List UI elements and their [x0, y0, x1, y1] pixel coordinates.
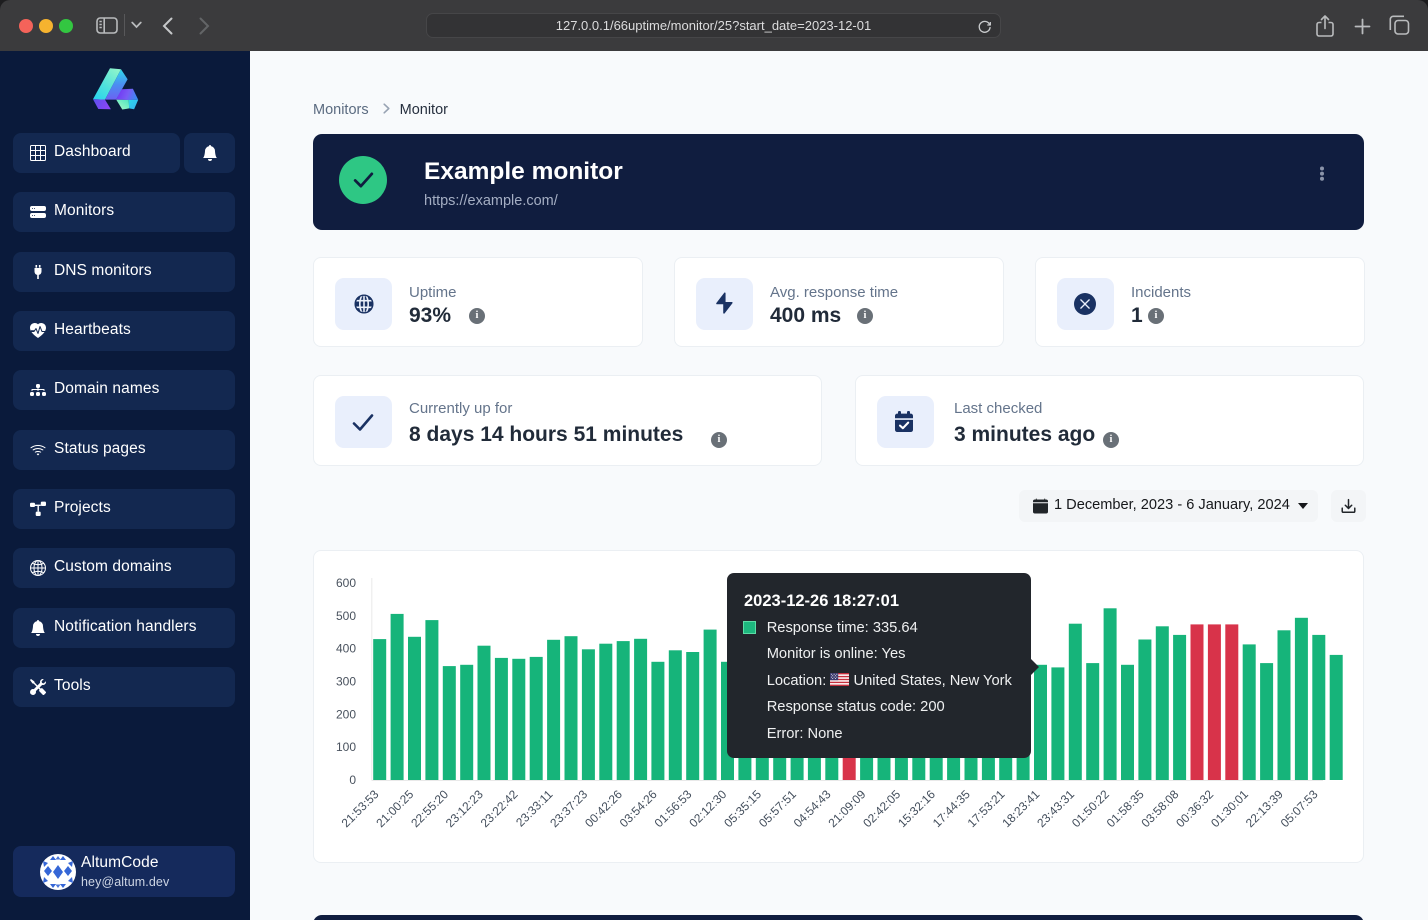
svg-text:01:50:22: 01:50:22 [1069, 786, 1112, 829]
svg-text:00:36:32: 00:36:32 [1173, 786, 1216, 829]
svg-text:200: 200 [336, 707, 356, 721]
svg-text:05:57:51: 05:57:51 [756, 786, 799, 829]
svg-text:18:23:41: 18:23:41 [999, 786, 1042, 829]
svg-text:02:12:30: 02:12:30 [686, 786, 729, 829]
svg-text:00:42:26: 00:42:26 [582, 786, 625, 829]
svg-text:04:54:43: 04:54:43 [791, 786, 834, 829]
svg-text:600: 600 [336, 576, 356, 590]
svg-text:21:53:53: 21:53:53 [339, 786, 382, 829]
svg-text:0: 0 [349, 773, 356, 787]
svg-text:23:37:23: 23:37:23 [547, 786, 590, 829]
svg-text:01:30:01: 01:30:01 [1208, 786, 1251, 829]
svg-text:100: 100 [336, 740, 356, 754]
svg-text:23:43:31: 23:43:31 [1034, 786, 1077, 829]
svg-text:23:12:23: 23:12:23 [443, 786, 486, 829]
svg-text:22:13:39: 22:13:39 [1243, 786, 1286, 829]
svg-text:01:56:53: 01:56:53 [652, 786, 695, 829]
svg-text:03:58:08: 03:58:08 [1138, 786, 1181, 829]
svg-text:15:32:16: 15:32:16 [895, 786, 938, 829]
svg-text:22:55:20: 22:55:20 [408, 786, 451, 829]
svg-text:01:58:35: 01:58:35 [1104, 786, 1147, 829]
svg-text:500: 500 [336, 608, 356, 622]
svg-text:21:09:09: 21:09:09 [825, 786, 868, 829]
svg-text:400: 400 [336, 641, 356, 655]
svg-text:23:22:42: 23:22:42 [478, 786, 521, 829]
svg-text:02:42:05: 02:42:05 [860, 786, 903, 829]
svg-text:17:53:21: 17:53:21 [965, 786, 1008, 829]
svg-text:05:35:15: 05:35:15 [721, 786, 764, 829]
svg-text:300: 300 [336, 674, 356, 688]
svg-text:21:00:25: 21:00:25 [373, 786, 416, 829]
svg-text:05:07:53: 05:07:53 [1278, 786, 1321, 829]
svg-text:17:44:35: 17:44:35 [930, 786, 973, 829]
svg-text:03:54:26: 03:54:26 [617, 786, 660, 829]
